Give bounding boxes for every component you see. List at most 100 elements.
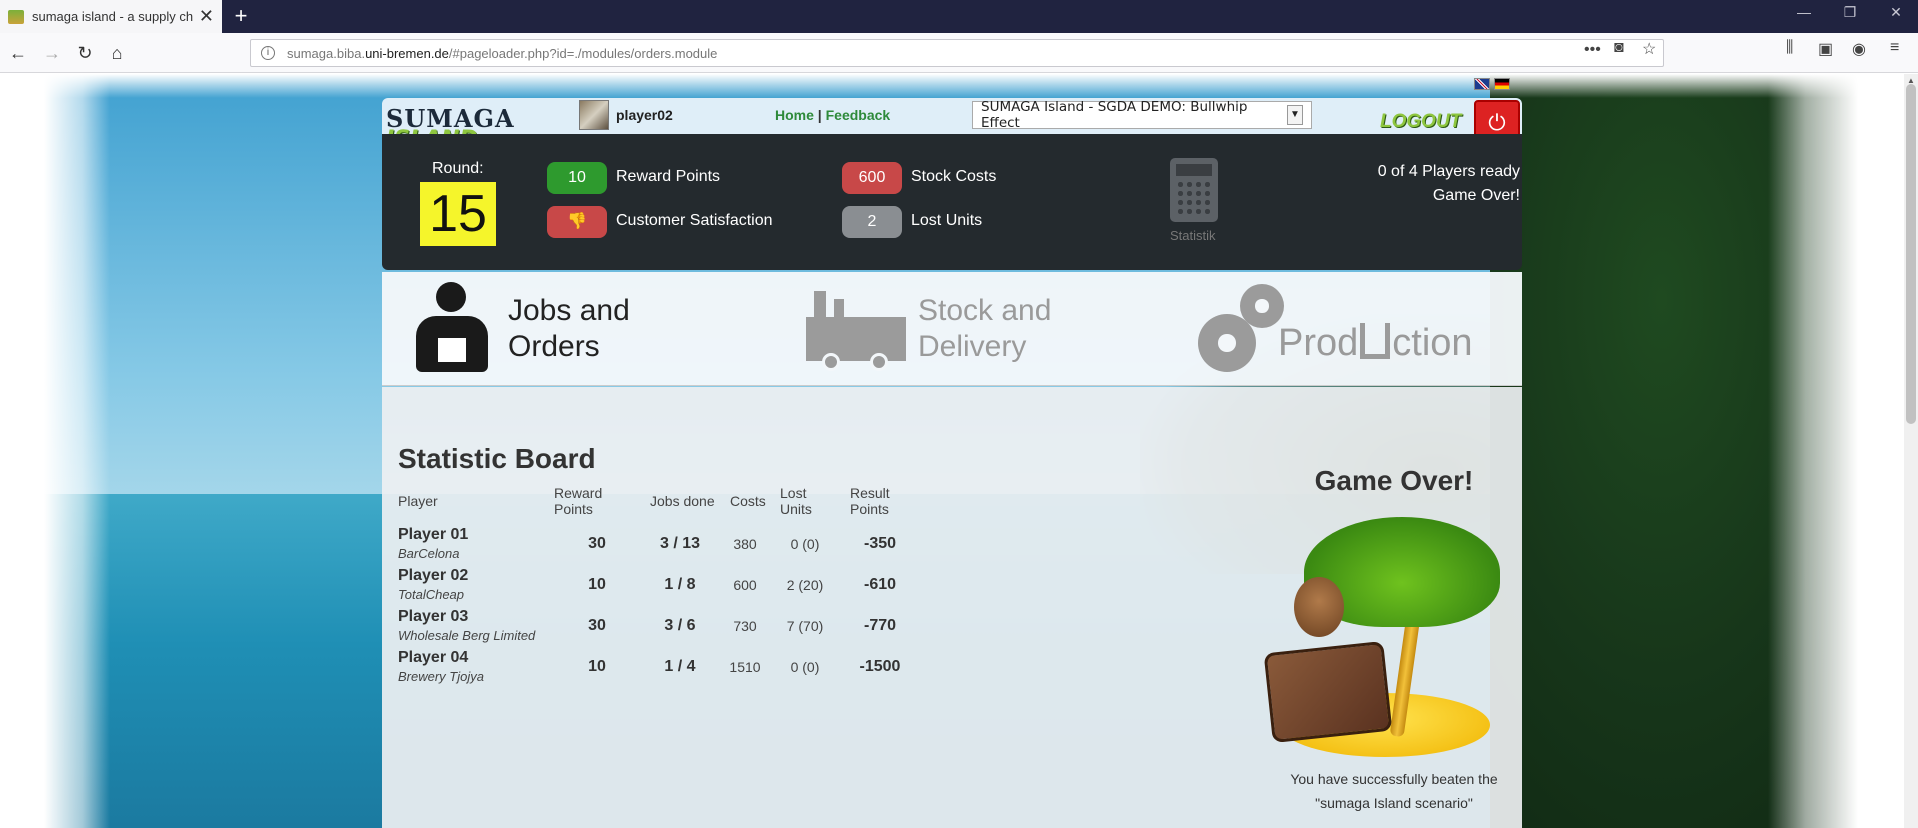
- column-header: Lost Units: [780, 485, 812, 517]
- table-row: Player 03 Wholesale Berg Limited 30 3 / 6 73…: [396, 605, 920, 646]
- logout-label[interactable]: LOGOUT: [1380, 111, 1461, 133]
- reward-points-cell: 10: [588, 657, 606, 675]
- result-points-cell: -770: [863, 616, 897, 634]
- url-host: uni-bremen.de: [365, 45, 449, 61]
- island-illustration: [1263, 517, 1504, 757]
- scrollbar-thumb[interactable]: [1906, 84, 1916, 424]
- result-points-cell: -610: [863, 575, 897, 593]
- jobs-done-cell: 3 / 6: [664, 616, 696, 634]
- column-header: Jobs done: [650, 493, 715, 509]
- production-label: Prod ction: [1278, 322, 1473, 364]
- table-row: Player 02 TotalCheap 10 1 / 8 600 2 (20) -610: [396, 564, 920, 605]
- calculator-screen: [1176, 164, 1212, 176]
- player-name: Player 03: [398, 608, 469, 625]
- chevron-down-icon[interactable]: ▼: [1287, 105, 1303, 125]
- jobs-done-cell: 3 / 13: [659, 534, 701, 552]
- url-bar[interactable]: i sumaga.biba. uni-bremen.de/#pageloader.…: [250, 39, 1664, 67]
- reward-points-cell: 30: [588, 616, 606, 634]
- result-points-cell: -350: [863, 534, 897, 552]
- top-strip: player02 Home | Feedback SUMAGA Island -…: [382, 98, 1522, 134]
- reload-icon[interactable]: ↻: [73, 41, 97, 65]
- statistic-table: Player Reward Points Jobs done Costs Los…: [396, 483, 920, 687]
- scenario-select[interactable]: SUMAGA Island - SGDA DEMO: Bullwhip Effe…: [972, 99, 1312, 131]
- account-icon[interactable]: ◉: [1852, 39, 1866, 59]
- restore-window-icon[interactable]: ❐: [1830, 4, 1870, 21]
- german-flag-icon[interactable]: [1494, 78, 1510, 90]
- costs-cell: 600: [733, 576, 757, 593]
- home-link[interactable]: Home: [775, 107, 814, 123]
- player-name: Player 02: [398, 567, 469, 584]
- avatar: [579, 100, 609, 130]
- paper-edge-top: [0, 74, 1918, 98]
- player-cell: Player 04 Brewery Tjojya: [396, 646, 554, 687]
- english-flag-icon[interactable]: [1474, 78, 1490, 90]
- column-header: Result Points: [850, 485, 890, 517]
- production-label-end: ction: [1392, 322, 1473, 364]
- paper-edge-left: [0, 74, 110, 828]
- module-nav: Jobs and Orders Stock and Delivery Prod c…: [382, 272, 1522, 386]
- lost-units-cell: 7 (70): [786, 617, 824, 634]
- players-ready-status: 0 of 4 Players ready Game Over!: [1378, 160, 1520, 208]
- round-value: 15: [420, 182, 496, 246]
- minimize-window-icon[interactable]: —: [1784, 4, 1824, 20]
- thumbs-down-icon: 👎: [567, 213, 587, 230]
- top-links: Home | Feedback: [775, 107, 890, 123]
- player-name: Player 04: [398, 649, 469, 666]
- forward-icon[interactable]: →: [40, 41, 64, 65]
- game-over-message: You have successfully beaten the "sumaga…: [1244, 767, 1544, 815]
- jobs-orders-line2: Orders: [508, 330, 600, 363]
- costs-cell: 380: [733, 535, 757, 552]
- home-icon[interactable]: ⌂: [105, 41, 129, 65]
- stock-costs-badge: 600: [842, 162, 902, 194]
- company-name: TotalCheap: [398, 587, 465, 602]
- tab-jobs-and-orders[interactable]: Jobs and Orders: [412, 282, 630, 376]
- game-over-title: Game Over!: [1314, 465, 1474, 496]
- url-path: /#pageloader.php?id=./modules/orders.mod…: [448, 45, 718, 61]
- sidebar-icon[interactable]: ▣: [1818, 39, 1833, 59]
- bookmark-star-icon[interactable]: ☆: [1642, 39, 1656, 59]
- statistic-board-title: Statistic Board: [398, 443, 596, 474]
- paper-edge-right: [1768, 74, 1918, 828]
- browser-tab[interactable]: sumaga island - a supply chain ✕: [0, 0, 222, 33]
- jobs-orders-line1: Jobs and: [508, 294, 630, 327]
- tab-production[interactable]: Prod ction: [1198, 282, 1473, 376]
- reward-points-label: Reward Points: [616, 168, 721, 185]
- company-name: Brewery Tjojya: [398, 669, 484, 684]
- feedback-link[interactable]: Feedback: [826, 107, 891, 123]
- forklift-icon: [806, 287, 906, 371]
- stock-delivery-label: Stock and Delivery: [918, 293, 1051, 365]
- gears-icon: [1198, 284, 1284, 374]
- main-content: Statistic Board Player Reward Points Job…: [382, 387, 1522, 828]
- stock-costs-label: Stock Costs: [911, 168, 997, 185]
- player-name: Player 01: [398, 526, 469, 543]
- jobs-done-cell: 1 / 4: [664, 657, 696, 675]
- back-icon[interactable]: ←: [6, 41, 30, 65]
- game-over-message-line2: "sumaga Island scenario": [1315, 795, 1473, 811]
- language-flags: [1474, 78, 1510, 90]
- costs-cell: 730: [733, 617, 757, 634]
- reward-points-badge: 10: [547, 162, 607, 194]
- close-tab-icon[interactable]: ✕: [199, 6, 214, 27]
- new-tab-button[interactable]: +: [228, 3, 254, 29]
- pocket-icon[interactable]: ◙: [1614, 39, 1624, 57]
- calculator-icon[interactable]: [1170, 158, 1218, 222]
- page-actions-icon[interactable]: •••: [1584, 41, 1601, 59]
- site-info-icon[interactable]: i: [261, 46, 275, 60]
- table-header-row: Player Reward Points Jobs done Costs Los…: [396, 483, 920, 523]
- statistik-label[interactable]: Statistik: [1170, 228, 1216, 243]
- flask-icon: [1360, 323, 1391, 359]
- player-cell: Player 02 TotalCheap: [396, 564, 554, 605]
- library-icon[interactable]: ⫼: [1786, 39, 1793, 57]
- game-state-text: Game Over!: [1432, 187, 1520, 204]
- close-window-icon[interactable]: ✕: [1876, 4, 1916, 21]
- menu-icon[interactable]: ≡: [1890, 39, 1899, 57]
- players-ready-text: 0 of 4 Players ready: [1377, 163, 1520, 180]
- game-over-message-line1: You have successfully beaten the: [1290, 771, 1498, 787]
- person-with-box-icon: [412, 282, 492, 376]
- column-header: Reward Points: [554, 485, 603, 517]
- production-label-start: Prod: [1278, 322, 1359, 364]
- customer-satisfaction-label: Customer Satisfaction: [616, 212, 773, 229]
- calculator-keys: [1176, 180, 1212, 216]
- player-cell: Player 01 BarCelona: [396, 523, 554, 564]
- tab-stock-and-delivery[interactable]: Stock and Delivery: [806, 282, 1051, 376]
